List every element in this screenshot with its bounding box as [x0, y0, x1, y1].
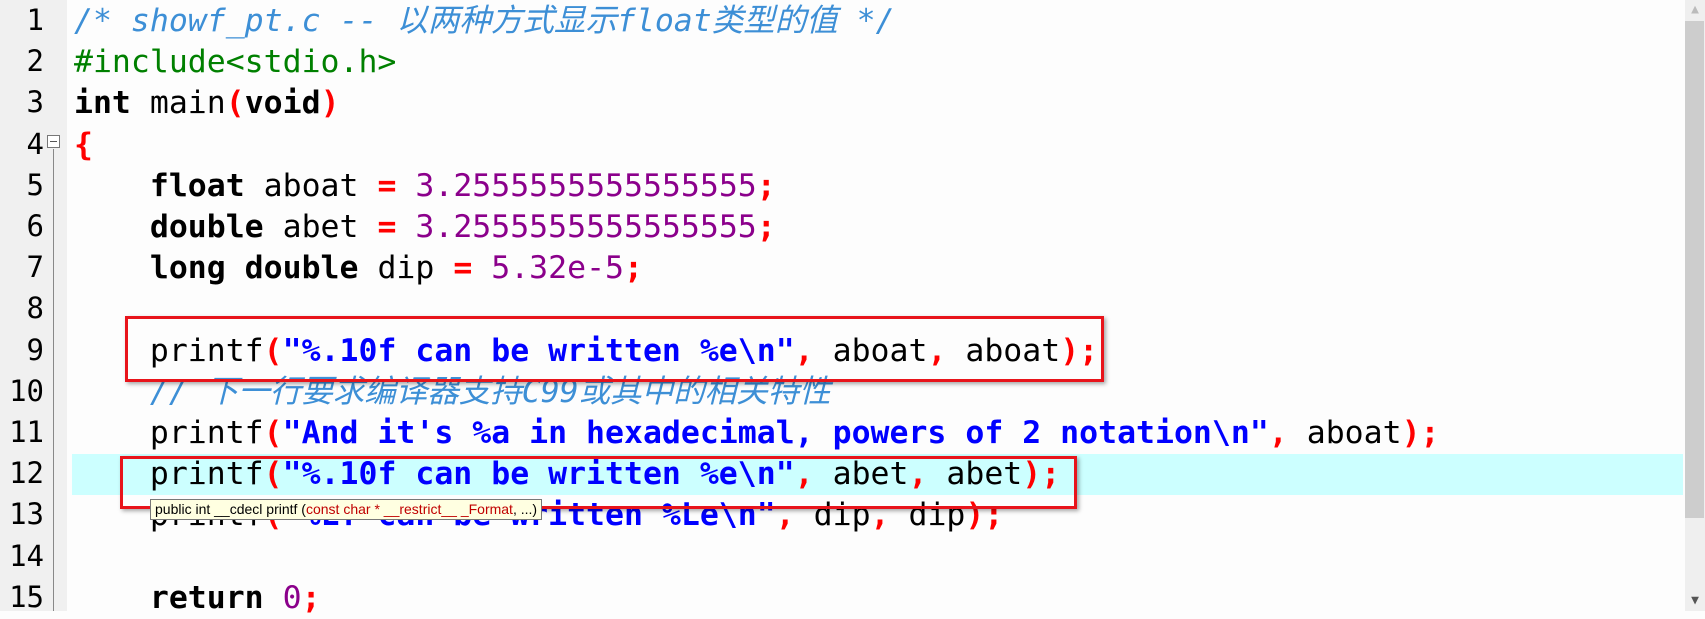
- token-id: [74, 250, 150, 286]
- token-id: printf: [74, 415, 264, 451]
- scrollbar-thumb[interactable]: [1685, 21, 1704, 518]
- token-id: [74, 168, 150, 204]
- line-number: 4: [26, 126, 44, 161]
- token-op: =: [453, 250, 473, 287]
- code-line[interactable]: double abet = 3.2555555555555555;: [74, 207, 776, 248]
- token-id: abet: [263, 209, 378, 245]
- token-op: ;: [756, 209, 776, 245]
- token-paren: ): [1401, 415, 1421, 451]
- token-op: ;: [1420, 415, 1440, 451]
- token-paren: {: [74, 126, 93, 163]
- token-paren: (: [225, 85, 245, 122]
- token-num: 5.32e-5: [491, 250, 625, 287]
- line-number: 5: [26, 167, 44, 202]
- token-op: ,: [1268, 415, 1288, 451]
- code-line[interactable]: {: [74, 125, 93, 166]
- line-number: 10: [9, 373, 44, 408]
- fold-range-line: [53, 149, 54, 611]
- code-line[interactable]: /* showf_pt.c -- 以两种方式显示float类型的值 */: [74, 1, 895, 42]
- token-op: ;: [301, 579, 321, 616]
- token-id: [74, 580, 150, 616]
- line-number: 3: [26, 85, 44, 120]
- line-number: 6: [26, 209, 44, 243]
- token-id: dip: [358, 250, 454, 287]
- token-comment: /* showf_pt.c -- 以两种方式显示float类型的值 */: [74, 3, 895, 39]
- line-number: 14: [9, 538, 44, 573]
- token-pre: #include<stdio.h>: [74, 44, 397, 81]
- token-op: =: [377, 167, 397, 204]
- token-num: 3.2555555555555555: [415, 209, 757, 245]
- token-id: aboat: [1287, 415, 1402, 451]
- line-number: 8: [26, 291, 44, 326]
- annotation-box-line-9: [125, 316, 1104, 382]
- line-number: 11: [9, 415, 44, 449]
- line-number: 1: [26, 3, 44, 37]
- token-paren: ): [320, 85, 340, 122]
- token-id: aboat: [244, 167, 378, 204]
- code-line[interactable]: long double dip = 5.32e-5;: [74, 248, 643, 289]
- code-line[interactable]: #include<stdio.h>: [74, 42, 396, 83]
- token-id: [396, 168, 415, 204]
- token-id: [472, 250, 491, 286]
- fold-collapse-icon[interactable]: [47, 135, 60, 148]
- token-kw: void: [244, 85, 321, 122]
- vertical-scrollbar[interactable]: ▲ ▼: [1685, 0, 1705, 611]
- line-number: 2: [26, 44, 44, 79]
- code-line[interactable]: int main(void): [74, 83, 340, 124]
- token-id: main: [130, 85, 226, 122]
- code-line[interactable]: return 0;: [74, 578, 321, 619]
- token-paren: (: [263, 415, 283, 451]
- token-id: [264, 580, 283, 616]
- token-id: [396, 209, 415, 245]
- line-number: 9: [26, 332, 44, 367]
- signature-tooltip: public int __cdecl printf (const char * …: [150, 499, 543, 520]
- tooltip-prefix: public int __cdecl printf (: [155, 501, 306, 517]
- chevron-up-icon[interactable]: ▲: [1685, 0, 1705, 20]
- line-number-gutter: 1 2 3 4 5 6 7 8 9 10 11 12 13 14 15: [0, 0, 67, 614]
- token-kw: int: [74, 85, 131, 122]
- token-kw: double: [149, 209, 264, 245]
- token-str: "And it's %a in hexadecimal, powers of 2…: [282, 415, 1269, 451]
- code-line[interactable]: printf("And it's %a in hexadecimal, powe…: [74, 413, 1440, 454]
- line-number: 12: [9, 456, 44, 491]
- line-number: 13: [9, 497, 44, 532]
- token-op: ;: [756, 167, 776, 204]
- tooltip-suffix: , ...): [512, 501, 538, 517]
- line-number: 7: [26, 250, 44, 285]
- token-num: 3.2555555555555555: [415, 167, 757, 204]
- token-kw: float: [149, 167, 245, 204]
- token-num: 0: [282, 579, 302, 616]
- token-kw: return: [149, 579, 264, 616]
- tooltip-param: const char * __restrict__ _Format: [305, 501, 513, 517]
- token-kw: long double: [149, 250, 359, 287]
- chevron-down-icon[interactable]: ▼: [1685, 591, 1705, 611]
- token-op: ;: [624, 250, 643, 287]
- token-op: =: [377, 209, 397, 245]
- line-number: 15: [9, 579, 44, 614]
- token-id: [74, 209, 150, 245]
- code-line[interactable]: float aboat = 3.2555555555555555;: [74, 166, 776, 207]
